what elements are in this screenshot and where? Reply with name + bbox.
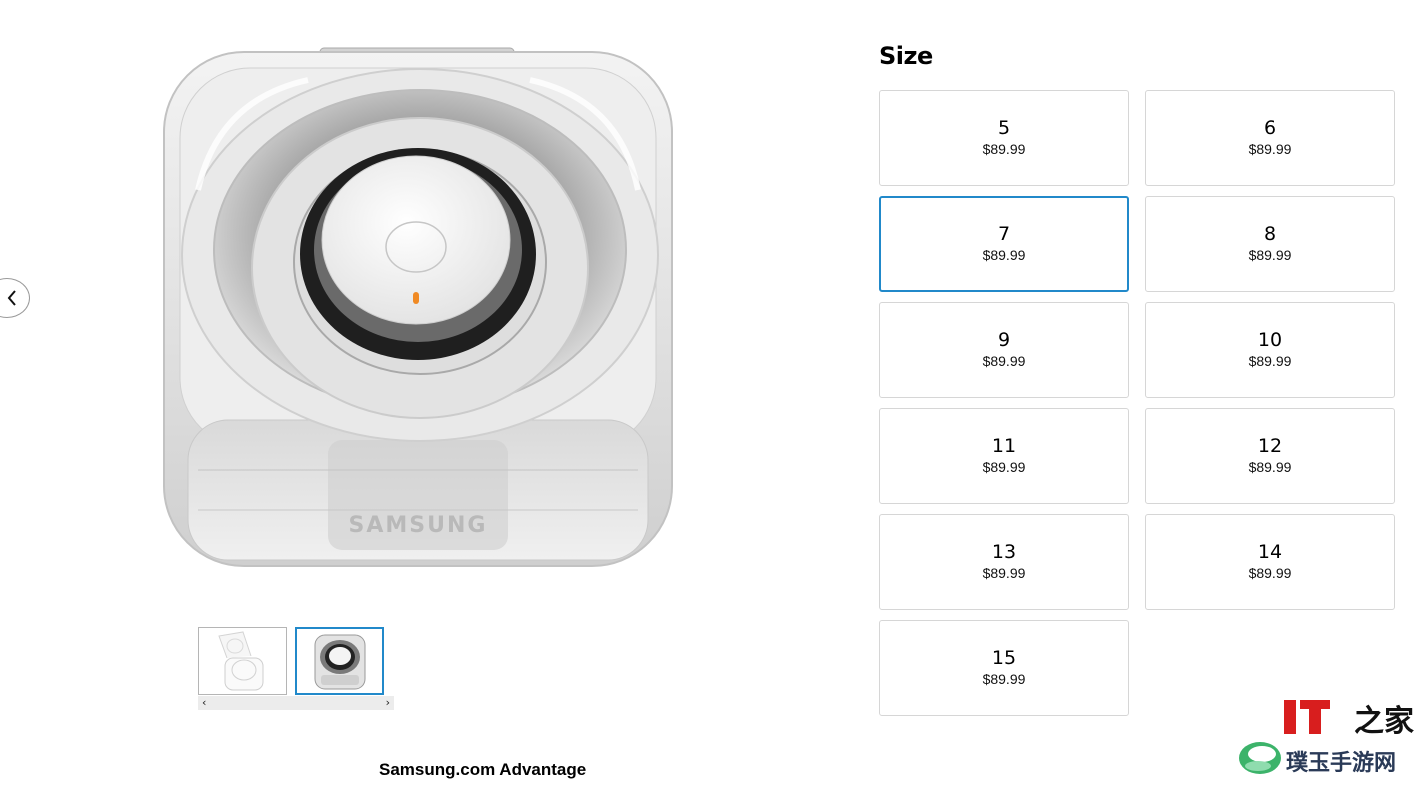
size-price: $89.99 <box>1248 353 1292 369</box>
size-option-5[interactable]: 5 $89.99 <box>879 90 1129 186</box>
size-option-13[interactable]: 13 $89.99 <box>879 514 1129 610</box>
size-number: 11 <box>991 435 1017 457</box>
chevron-left-icon <box>7 290 16 306</box>
svg-text:之家: 之家 <box>1354 704 1414 739</box>
size-price: $89.99 <box>982 671 1026 687</box>
size-number: 8 <box>1263 223 1277 245</box>
thumbnail-case-top[interactable] <box>295 627 384 695</box>
product-main-image: SAMSUNG <box>158 40 678 580</box>
size-number: 14 <box>1257 541 1283 563</box>
case-open-thumbnail <box>218 631 264 691</box>
size-option-11[interactable]: 11 $89.99 <box>879 408 1129 504</box>
case-top-thumbnail <box>314 634 366 690</box>
size-price: $89.99 <box>982 353 1026 369</box>
watermark-logo: 之家 璞玉手游网 <box>1236 698 1421 784</box>
it-home-logo-icon: 之家 璞玉手游网 <box>1239 700 1414 776</box>
size-number: 12 <box>1257 435 1283 457</box>
size-price: $89.99 <box>982 247 1026 263</box>
size-option-7[interactable]: 7 $89.99 <box>879 196 1129 292</box>
size-option-6[interactable]: 6 $89.99 <box>1145 90 1395 186</box>
size-option-15[interactable]: 15 $89.99 <box>879 620 1129 716</box>
size-price: $89.99 <box>1248 565 1292 581</box>
size-option-10[interactable]: 10 $89.99 <box>1145 302 1395 398</box>
size-price: $89.99 <box>982 141 1026 157</box>
scroll-right-icon[interactable]: › <box>386 696 390 710</box>
size-price: $89.99 <box>1248 459 1292 475</box>
size-option-grid: 5 $89.99 6 $89.99 7 $89.99 8 $89.99 9 $8… <box>879 90 1396 720</box>
size-option-14[interactable]: 14 $89.99 <box>1145 514 1395 610</box>
size-option-8[interactable]: 8 $89.99 <box>1145 196 1395 292</box>
size-number: 7 <box>997 223 1011 245</box>
svg-text:SAMSUNG: SAMSUNG <box>349 513 488 538</box>
size-heading: Size <box>879 42 933 70</box>
size-number: 13 <box>991 541 1017 563</box>
scroll-left-icon[interactable]: ‹ <box>202 696 206 710</box>
svg-text:璞玉手游网: 璞玉手游网 <box>1286 750 1396 776</box>
size-price: $89.99 <box>982 459 1026 475</box>
size-price: $89.99 <box>982 565 1026 581</box>
size-number: 5 <box>997 117 1011 139</box>
size-option-9[interactable]: 9 $89.99 <box>879 302 1129 398</box>
size-option-12[interactable]: 12 $89.99 <box>1145 408 1395 504</box>
size-number: 10 <box>1257 329 1283 351</box>
thumbnail-scrollbar[interactable]: ‹ › <box>198 696 394 710</box>
gallery-prev-button[interactable] <box>0 278 30 318</box>
size-number: 6 <box>1263 117 1277 139</box>
thumbnail-case-open[interactable] <box>198 627 287 695</box>
size-price: $89.99 <box>1248 247 1292 263</box>
thumbnail-strip: ‹ › <box>198 627 394 713</box>
size-number: 15 <box>991 647 1017 669</box>
samsung-advantage-heading: Samsung.com Advantage <box>379 760 587 779</box>
ring-charging-case-image: SAMSUNG <box>163 47 673 567</box>
size-number: 9 <box>997 329 1011 351</box>
size-price: $89.99 <box>1248 141 1292 157</box>
